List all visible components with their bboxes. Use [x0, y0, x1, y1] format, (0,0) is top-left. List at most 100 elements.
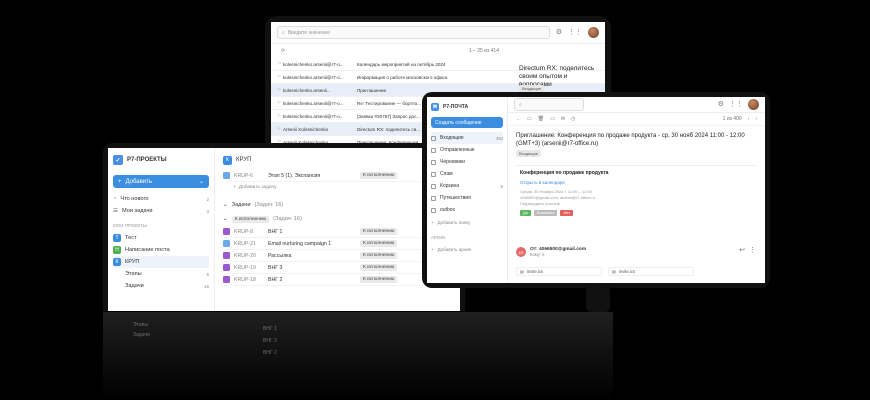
- gear-icon[interactable]: ⚙: [718, 101, 724, 108]
- task-name: ВНГ 1: [268, 228, 283, 235]
- folder-item[interactable]: Путешествия: [431, 192, 503, 204]
- attachment[interactable]: ▤ invite.ics: [608, 267, 694, 276]
- checkbox-icon[interactable]: [223, 264, 230, 271]
- status-badge[interactable]: К исполнению: [360, 252, 398, 259]
- compose-button[interactable]: Создать сообщение: [431, 117, 503, 128]
- invite-title: Конференция по продаже продукта: [520, 170, 609, 176]
- folder-count: 6: [500, 183, 503, 189]
- add-archive-label: Добавить архив: [437, 246, 471, 252]
- next-icon[interactable]: ›: [755, 116, 757, 122]
- add-archive-link[interactable]: + Добавить архив: [431, 243, 503, 255]
- sidebar-item[interactable]: ◔ Что нового 2: [113, 193, 209, 205]
- checkbox-icon[interactable]: [223, 252, 230, 259]
- project-subitem[interactable]: Задачи 16: [113, 280, 209, 292]
- add-task-link[interactable]: + Добавить задачу: [223, 182, 452, 192]
- reflection-text: ВНГ 1: [263, 326, 277, 332]
- mail-reader: ⌕ ⚙ ⋮⋮ ← ▭ 🗑 ▭ ✉ ◷ 1 из 400 ‹ › Приглаше…: [508, 97, 765, 283]
- more-icon[interactable]: ⋮: [749, 247, 756, 254]
- tasks-group-label: Задачи: [231, 202, 251, 208]
- search-icon: ⌕: [282, 29, 285, 36]
- gear-icon[interactable]: ⚙: [556, 29, 562, 36]
- pagination-label: 1 – 25 из 414: [468, 48, 499, 54]
- archive-icon[interactable]: ▭: [527, 116, 532, 122]
- plus-icon: +: [431, 219, 434, 225]
- add-button[interactable]: + Добавить ⌄: [113, 175, 209, 188]
- stage-row[interactable]: KRUP-6 Этап 5 (1). Экспансия К исполнени…: [223, 170, 452, 182]
- mail-search-input[interactable]: ⌕ Введите значение: [277, 26, 550, 39]
- plus-icon: +: [233, 184, 236, 190]
- projects-app-name: Р7-ПРОЕКТЫ: [127, 157, 167, 163]
- rsvp-no-button[interactable]: Нет: [560, 210, 573, 216]
- bell-icon: ◔: [113, 196, 117, 202]
- pagination-label: 1 из 400: [722, 116, 742, 122]
- spam-icon: [431, 171, 436, 177]
- folder-item[interactable]: Отправленные: [431, 144, 503, 156]
- avatar[interactable]: [588, 27, 599, 38]
- mail-icon[interactable]: ✉: [561, 116, 565, 122]
- draft-icon: [431, 159, 436, 165]
- mail-from: kolesnichenko.arsenii@r7-o...: [283, 100, 344, 106]
- sidebar-item[interactable]: ☰ Мои задачи 3: [113, 205, 209, 217]
- checkbox-icon[interactable]: [223, 228, 230, 235]
- folder-item[interactable]: Черновики: [431, 156, 503, 168]
- attachment[interactable]: ▤ invite.ics: [516, 267, 602, 276]
- project-item[interactable]: Н Написание поста: [113, 244, 209, 256]
- mail-from: kolesnichenko.arsenii@r7-o...: [283, 113, 344, 119]
- project-subitem[interactable]: Этапы 5: [113, 268, 209, 280]
- project-item[interactable]: К КРУП: [113, 256, 209, 268]
- task-row[interactable]: KRUP-8 ВНГ 1 К исполнению: [223, 226, 452, 238]
- invite-link[interactable]: Открыть в календаре: [520, 180, 753, 185]
- reflection-text: ВНГ 2: [263, 350, 277, 356]
- rsvp-maybe-button[interactable]: Возможно: [533, 210, 558, 216]
- status-badge[interactable]: К исполнению: [360, 276, 398, 283]
- folder-label: Путешествия: [440, 195, 471, 201]
- task-name: ВНГ 3: [268, 264, 283, 271]
- status-badge[interactable]: К исполнению: [360, 264, 398, 271]
- mail-tag: Входящие: [516, 150, 541, 157]
- right-laptop: ✉ Р7-ПОЧТА Создать сообщение Входящие 394…: [422, 92, 770, 288]
- project-label: Тест: [125, 235, 137, 241]
- folder-list: Входящие 394 Отправленные Черновики Спам Корз…: [431, 132, 503, 216]
- clock-icon[interactable]: ◷: [571, 116, 575, 122]
- task-row[interactable]: KRUP-20 Рассылка К исполнению: [223, 250, 452, 262]
- prev-icon[interactable]: ‹: [748, 116, 750, 122]
- folder-item[interactable]: outbox: [431, 204, 503, 216]
- task-id: KRUP-19: [234, 264, 256, 271]
- reply-icon[interactable]: ↩: [739, 247, 745, 254]
- apps-grid-icon[interactable]: ⋮⋮: [568, 29, 582, 36]
- checkbox-icon[interactable]: [223, 240, 230, 247]
- refresh-icon[interactable]: ⟳: [281, 48, 285, 54]
- status-group[interactable]: ⌄ К исполнению (Задач: 16): [223, 212, 452, 226]
- folder-icon[interactable]: ▭: [550, 116, 555, 122]
- task-row[interactable]: KRUP-19 ВНГ 3 К исполнению: [223, 262, 452, 274]
- add-folder-link[interactable]: + Добавить папку: [431, 216, 503, 228]
- project-subitem-count: 16: [203, 283, 209, 289]
- status-badge[interactable]: К исполнению: [360, 240, 398, 247]
- project-item[interactable]: Т Тест: [113, 232, 209, 244]
- checkbox-icon[interactable]: [223, 172, 230, 179]
- mail-search-input[interactable]: ⌕: [514, 98, 584, 111]
- task-row[interactable]: KRUP-18 ВНГ 2 К исполнению: [223, 274, 452, 286]
- folder-item[interactable]: Корзина 6: [431, 180, 503, 192]
- task-row[interactable]: KRUP-21 Email nurturing campaign 1 К испол…: [223, 238, 452, 250]
- tasks-group[interactable]: ⌄ Задачи (Задач: 16): [223, 198, 452, 212]
- file-icon: ▤: [520, 269, 524, 274]
- mail-reader-screen: ✉ Р7-ПОЧТА Создать сообщение Входящие 394…: [427, 97, 765, 283]
- folder-item[interactable]: Входящие 394: [431, 132, 503, 144]
- sender-block: 4G От: 4066500@gmail.com Кому: я ↩ ⋮: [516, 247, 756, 257]
- status-badge[interactable]: К исполнению: [360, 172, 398, 179]
- mail-subject: Приглашение: Конференция по продаже прод…: [516, 133, 745, 147]
- task-name: Рассылка: [268, 252, 292, 259]
- avatar[interactable]: [748, 99, 759, 110]
- folder-item[interactable]: Спам: [431, 168, 503, 180]
- folder-label: outbox: [440, 207, 456, 213]
- plus-icon: +: [118, 178, 122, 185]
- back-arrow-icon[interactable]: ←: [516, 116, 521, 122]
- checkbox-icon[interactable]: [223, 276, 230, 283]
- delete-icon[interactable]: 🗑: [538, 116, 544, 122]
- mail-app-name: Р7-ПОЧТА: [443, 103, 469, 110]
- reflection-text: Этапы: [133, 322, 148, 328]
- apps-grid-icon[interactable]: ⋮⋮: [729, 101, 743, 108]
- rsvp-yes-button[interactable]: Да: [520, 210, 531, 216]
- status-badge[interactable]: К исполнению: [360, 228, 398, 235]
